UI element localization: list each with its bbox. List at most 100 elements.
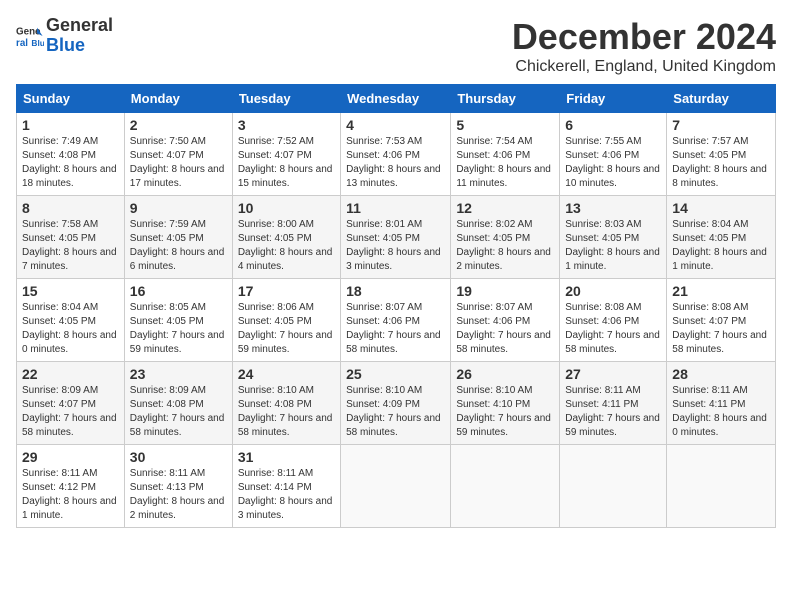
day-number: 29 xyxy=(22,449,119,465)
calendar-cell: 3Sunrise: 7:52 AM Sunset: 4:07 PM Daylig… xyxy=(232,113,340,196)
day-info: Sunrise: 8:04 AM Sunset: 4:05 PM Dayligh… xyxy=(672,218,770,274)
day-number: 10 xyxy=(238,200,335,216)
calendar-cell: 4Sunrise: 7:53 AM Sunset: 4:06 PM Daylig… xyxy=(341,113,451,196)
day-info: Sunrise: 7:49 AM Sunset: 4:08 PM Dayligh… xyxy=(22,135,119,191)
calendar-week-1: 1 Sunrise: 7:49 AM Sunset: 4:08 PM Daylig… xyxy=(17,113,776,196)
title-block: December 2024 Chickerell, England, Unite… xyxy=(512,16,776,76)
day-number: 6 xyxy=(565,117,661,133)
day-number: 2 xyxy=(130,117,227,133)
calendar-cell xyxy=(341,445,451,528)
calendar-cell: 5 Sunrise: 7:54 AM Sunset: 4:06 PM Daylig… xyxy=(451,113,560,196)
day-number: 5 xyxy=(456,117,554,133)
day-number: 22 xyxy=(22,366,119,382)
logo-icon: Gene ral Blue xyxy=(16,22,44,50)
day-info: Sunrise: 7:55 AM Sunset: 4:06 PM Dayligh… xyxy=(565,135,661,191)
day-info: Sunrise: 8:11 AM Sunset: 4:11 PM Dayligh… xyxy=(672,384,770,440)
day-number: 17 xyxy=(238,283,335,299)
calendar-cell xyxy=(451,445,560,528)
header-saturday: Saturday xyxy=(667,85,776,113)
day-info: Sunrise: 8:11 AM Sunset: 4:12 PM Dayligh… xyxy=(22,467,119,523)
day-number: 25 xyxy=(346,366,445,382)
calendar-cell xyxy=(560,445,667,528)
day-info: Sunrise: 8:10 AM Sunset: 4:08 PM Dayligh… xyxy=(238,384,335,440)
day-info: Sunrise: 8:11 AM Sunset: 4:13 PM Dayligh… xyxy=(130,467,227,523)
header-monday: Monday xyxy=(124,85,232,113)
day-number: 4 xyxy=(346,117,445,133)
calendar-cell: 1 Sunrise: 7:49 AM Sunset: 4:08 PM Daylig… xyxy=(17,113,125,196)
header-friday: Friday xyxy=(560,85,667,113)
calendar-cell: 21 Sunrise: 8:08 AM Sunset: 4:07 PM Dayli… xyxy=(667,279,776,362)
day-info: Sunrise: 8:03 AM Sunset: 4:05 PM Dayligh… xyxy=(565,218,661,274)
calendar-cell: 9 Sunrise: 7:59 AM Sunset: 4:05 PM Daylig… xyxy=(124,196,232,279)
logo-text: General Blue xyxy=(46,16,113,56)
header: Gene ral Blue General Blue December 2024… xyxy=(16,16,776,76)
day-info: Sunrise: 8:09 AM Sunset: 4:08 PM Dayligh… xyxy=(130,384,227,440)
calendar-cell: 31 Sunrise: 8:11 AM Sunset: 4:14 PM Dayli… xyxy=(232,445,340,528)
day-number: 13 xyxy=(565,200,661,216)
svg-text:Blue: Blue xyxy=(31,38,44,48)
calendar-subtitle: Chickerell, England, United Kingdom xyxy=(512,58,776,76)
day-info: Sunrise: 8:08 AM Sunset: 4:06 PM Dayligh… xyxy=(565,301,661,357)
day-info: Sunrise: 7:52 AM Sunset: 4:07 PM Dayligh… xyxy=(238,135,335,191)
calendar-cell: 24 Sunrise: 8:10 AM Sunset: 4:08 PM Dayli… xyxy=(232,362,340,445)
day-info: Sunrise: 8:11 AM Sunset: 4:11 PM Dayligh… xyxy=(565,384,661,440)
day-info: Sunrise: 8:04 AM Sunset: 4:05 PM Dayligh… xyxy=(22,301,119,357)
calendar-title: December 2024 xyxy=(512,16,776,58)
calendar-cell: 27 Sunrise: 8:11 AM Sunset: 4:11 PM Dayli… xyxy=(560,362,667,445)
day-number: 15 xyxy=(22,283,119,299)
day-info: Sunrise: 8:06 AM Sunset: 4:05 PM Dayligh… xyxy=(238,301,335,357)
header-wednesday: Wednesday xyxy=(341,85,451,113)
day-info: Sunrise: 7:59 AM Sunset: 4:05 PM Dayligh… xyxy=(130,218,227,274)
day-number: 19 xyxy=(456,283,554,299)
day-info: Sunrise: 8:10 AM Sunset: 4:09 PM Dayligh… xyxy=(346,384,445,440)
calendar-cell: 14 Sunrise: 8:04 AM Sunset: 4:05 PM Dayli… xyxy=(667,196,776,279)
day-number: 21 xyxy=(672,283,770,299)
svg-text:ral: ral xyxy=(16,38,28,49)
day-number: 28 xyxy=(672,366,770,382)
calendar-cell: 2Sunrise: 7:50 AM Sunset: 4:07 PM Daylig… xyxy=(124,113,232,196)
calendar-cell: 6 Sunrise: 7:55 AM Sunset: 4:06 PM Daylig… xyxy=(560,113,667,196)
day-number: 27 xyxy=(565,366,661,382)
calendar-cell: 22 Sunrise: 8:09 AM Sunset: 4:07 PM Dayli… xyxy=(17,362,125,445)
calendar-cell: 23 Sunrise: 8:09 AM Sunset: 4:08 PM Dayli… xyxy=(124,362,232,445)
calendar-week-2: 8Sunrise: 7:58 AM Sunset: 4:05 PM Daylig… xyxy=(17,196,776,279)
day-number: 16 xyxy=(130,283,227,299)
calendar-cell: 12Sunrise: 8:02 AM Sunset: 4:05 PM Dayli… xyxy=(451,196,560,279)
calendar-cell: 19Sunrise: 8:07 AM Sunset: 4:06 PM Dayli… xyxy=(451,279,560,362)
day-info: Sunrise: 7:54 AM Sunset: 4:06 PM Dayligh… xyxy=(456,135,554,191)
calendar-cell: 7Sunrise: 7:57 AM Sunset: 4:05 PM Daylig… xyxy=(667,113,776,196)
day-info: Sunrise: 8:10 AM Sunset: 4:10 PM Dayligh… xyxy=(456,384,554,440)
calendar-week-3: 15 Sunrise: 8:04 AM Sunset: 4:05 PM Dayli… xyxy=(17,279,776,362)
day-info: Sunrise: 8:09 AM Sunset: 4:07 PM Dayligh… xyxy=(22,384,119,440)
calendar-week-5: 29 Sunrise: 8:11 AM Sunset: 4:12 PM Dayli… xyxy=(17,445,776,528)
day-info: Sunrise: 8:07 AM Sunset: 4:06 PM Dayligh… xyxy=(346,301,445,357)
day-info: Sunrise: 8:01 AM Sunset: 4:05 PM Dayligh… xyxy=(346,218,445,274)
day-number: 1 xyxy=(22,117,119,133)
calendar-cell: 13 Sunrise: 8:03 AM Sunset: 4:05 PM Dayli… xyxy=(560,196,667,279)
logo: Gene ral Blue General Blue xyxy=(16,16,113,56)
header-sunday: Sunday xyxy=(17,85,125,113)
calendar-cell: 18Sunrise: 8:07 AM Sunset: 4:06 PM Dayli… xyxy=(341,279,451,362)
day-number: 9 xyxy=(130,200,227,216)
day-number: 26 xyxy=(456,366,554,382)
calendar-week-4: 22 Sunrise: 8:09 AM Sunset: 4:07 PM Dayli… xyxy=(17,362,776,445)
day-number: 31 xyxy=(238,449,335,465)
day-number: 8 xyxy=(22,200,119,216)
calendar-cell: 20 Sunrise: 8:08 AM Sunset: 4:06 PM Dayli… xyxy=(560,279,667,362)
day-number: 14 xyxy=(672,200,770,216)
calendar-header: Sunday Monday Tuesday Wednesday Thursday… xyxy=(17,85,776,113)
calendar-cell: 11 Sunrise: 8:01 AM Sunset: 4:05 PM Dayli… xyxy=(341,196,451,279)
day-info: Sunrise: 8:11 AM Sunset: 4:14 PM Dayligh… xyxy=(238,467,335,523)
day-number: 12 xyxy=(456,200,554,216)
header-tuesday: Tuesday xyxy=(232,85,340,113)
day-info: Sunrise: 8:05 AM Sunset: 4:05 PM Dayligh… xyxy=(130,301,227,357)
day-info: Sunrise: 7:57 AM Sunset: 4:05 PM Dayligh… xyxy=(672,135,770,191)
day-number: 11 xyxy=(346,200,445,216)
day-number: 20 xyxy=(565,283,661,299)
calendar-cell: 10Sunrise: 8:00 AM Sunset: 4:05 PM Dayli… xyxy=(232,196,340,279)
calendar-cell: 30Sunrise: 8:11 AM Sunset: 4:13 PM Dayli… xyxy=(124,445,232,528)
calendar-cell: 26 Sunrise: 8:10 AM Sunset: 4:10 PM Dayli… xyxy=(451,362,560,445)
day-info: Sunrise: 8:08 AM Sunset: 4:07 PM Dayligh… xyxy=(672,301,770,357)
day-number: 23 xyxy=(130,366,227,382)
day-number: 24 xyxy=(238,366,335,382)
